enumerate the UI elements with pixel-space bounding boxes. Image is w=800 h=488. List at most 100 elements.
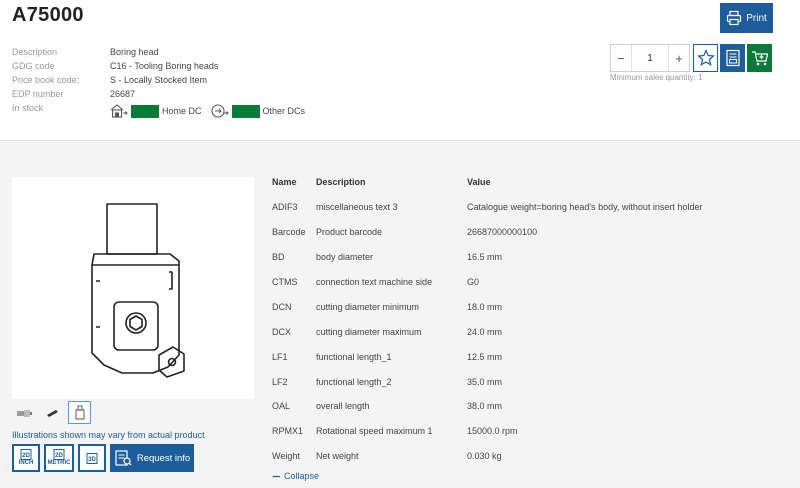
table-row: RPMX1 Rotational speed maximum 1 15000.0… <box>272 419 727 444</box>
cell-name: DCX <box>272 326 292 337</box>
column-header-value: Value <box>467 177 491 188</box>
download-2d-inch-button[interactable]: 2D INCH <box>12 444 40 472</box>
table-row: DCX cutting diameter maximum 24.0 mm <box>272 319 727 344</box>
collapse-label: Collapse <box>284 471 320 481</box>
cell-value: 24.0 mm <box>467 326 503 337</box>
cell-description: cutting diameter maximum <box>316 326 422 337</box>
download-format-top: 2D <box>55 453 63 459</box>
increase-quantity-button[interactable]: + <box>669 45 689 71</box>
star-icon <box>696 49 715 67</box>
cell-name: LF2 <box>272 376 288 387</box>
cell-description: Rotational speed maximum 1 <box>316 426 433 437</box>
thumbnail-3d-view[interactable] <box>40 401 63 424</box>
other-dcs-label: Other DCs <box>262 106 306 116</box>
cell-value: 16.5 mm <box>467 252 503 263</box>
quantity-stepper[interactable]: − 1 + <box>610 44 690 72</box>
quantity-input[interactable]: 1 <box>631 45 669 71</box>
drawing-file-icon: 3D <box>86 452 98 464</box>
download-3d-button[interactable]: 3D <box>78 444 106 472</box>
info-label: GDG code <box>12 61 55 71</box>
info-row-edp: EDP number 26687 <box>12 87 218 101</box>
thumbnail-side-view[interactable] <box>12 401 35 424</box>
home-dc-stock-bar <box>131 104 159 118</box>
cell-name: DCN <box>272 301 292 312</box>
attributes-table: Name Description Value ADIF3 miscellaneo… <box>272 170 727 469</box>
boring-head-drawing <box>91 203 185 378</box>
cell-description: overall length <box>316 401 370 412</box>
table-row: LF2 functional length_2 35.0 mm <box>272 369 727 394</box>
cell-name: RPMX1 <box>272 426 304 437</box>
cell-value: 12.5 mm <box>467 351 503 362</box>
cell-value: 0.030 kg <box>467 451 502 462</box>
cell-description: functional length_2 <box>316 376 392 387</box>
table-row: OAL overall length 38.0 mm <box>272 394 727 419</box>
request-info-button[interactable]: Request info <box>110 444 194 472</box>
cell-description: miscellaneous text 3 <box>316 202 398 213</box>
cell-value: 35.0 mm <box>467 376 503 387</box>
info-label: EDP number <box>12 89 64 99</box>
table-row: CTMS connection text machine side G0 <box>272 270 727 295</box>
download-2d-metric-button[interactable]: 2D METRIC <box>44 444 74 472</box>
printer-icon <box>727 10 742 26</box>
info-row-description: Description Boring head <box>12 45 218 59</box>
table-row: DCN cutting diameter minimum 18.0 mm <box>272 294 727 319</box>
image-thumbnails <box>12 401 91 424</box>
decrease-quantity-button[interactable]: − <box>611 45 631 71</box>
other-dcs-stock-bar <box>231 104 260 118</box>
table-row: LF1 functional length_1 12.5 mm <box>272 344 727 369</box>
minus-icon <box>272 475 281 477</box>
cell-description: Product barcode <box>316 227 383 238</box>
request-info-icon <box>115 450 132 466</box>
cart-icon <box>751 51 768 66</box>
table-row: Barcode Product barcode 26687000000100 <box>272 220 727 245</box>
cell-value: 18.0 mm <box>467 301 503 312</box>
product-header: A75000 Print Description Boring head GDG… <box>0 0 800 141</box>
cell-name: OAL <box>272 401 291 412</box>
info-value: Boring head <box>110 47 159 57</box>
download-buttons: 2D INCH 2D METRIC 3D Request info <box>12 444 194 472</box>
minimum-quantity-note: Minimum sales quantity: 1 <box>610 73 703 82</box>
print-button[interactable]: Print <box>720 3 773 33</box>
cell-description: Net weight <box>316 451 359 462</box>
download-format-caption: INCH <box>18 460 34 466</box>
cell-description: cutting diameter minimum <box>316 301 420 312</box>
print-label: Print <box>746 12 767 24</box>
cell-name: Barcode <box>272 227 306 238</box>
collapse-link[interactable]: Collapse <box>272 471 319 481</box>
catalog-button[interactable] <box>720 44 745 72</box>
column-header-description: Description <box>316 177 366 188</box>
thumbnail-drawing[interactable] <box>68 401 91 424</box>
add-to-favorites-button[interactable] <box>693 44 718 72</box>
illustration-disclaimer: Illustrations shown may vary from actual… <box>12 430 205 440</box>
info-label: In stock <box>12 103 44 113</box>
side-view-icon <box>16 409 32 417</box>
info-label: Price book code: <box>12 75 80 85</box>
cell-name: CTMS <box>272 277 298 287</box>
details-panel: Illustrations shown may vary from actual… <box>0 142 800 488</box>
cell-value: 26687000000100 <box>467 227 538 238</box>
cell-value: 38.0 mm <box>467 401 503 412</box>
download-format-top: 2D <box>22 453 30 459</box>
cell-name: LF1 <box>272 351 288 362</box>
cell-name: BD <box>272 252 285 263</box>
product-image[interactable] <box>12 177 254 399</box>
cell-name: ADIF3 <box>272 202 298 213</box>
info-label: Description <box>12 47 58 57</box>
cell-description: connection text machine side <box>316 277 433 287</box>
drawing-icon <box>75 405 84 419</box>
info-value: C16 - Tooling Boring heads <box>110 61 219 71</box>
stock-status: Home DC Other DCs <box>110 103 305 119</box>
table-row: BD body diameter 16.5 mm <box>272 245 727 270</box>
cell-description: body diameter <box>316 252 374 263</box>
product-code-title: A75000 <box>12 4 84 26</box>
cell-name: Weight <box>272 451 300 462</box>
table-header-row: Name Description Value <box>272 170 727 195</box>
other-dcs-icon <box>210 104 229 118</box>
catalog-icon <box>725 49 740 67</box>
request-info-label: Request info <box>136 452 191 464</box>
cell-description: functional length_1 <box>316 351 392 362</box>
3d-view-icon <box>46 409 58 417</box>
cell-value: Catalogue weight=boring head's body, wit… <box>467 202 703 213</box>
drawing-file-icon: 2D <box>20 449 32 460</box>
add-to-cart-button[interactable] <box>747 44 772 72</box>
